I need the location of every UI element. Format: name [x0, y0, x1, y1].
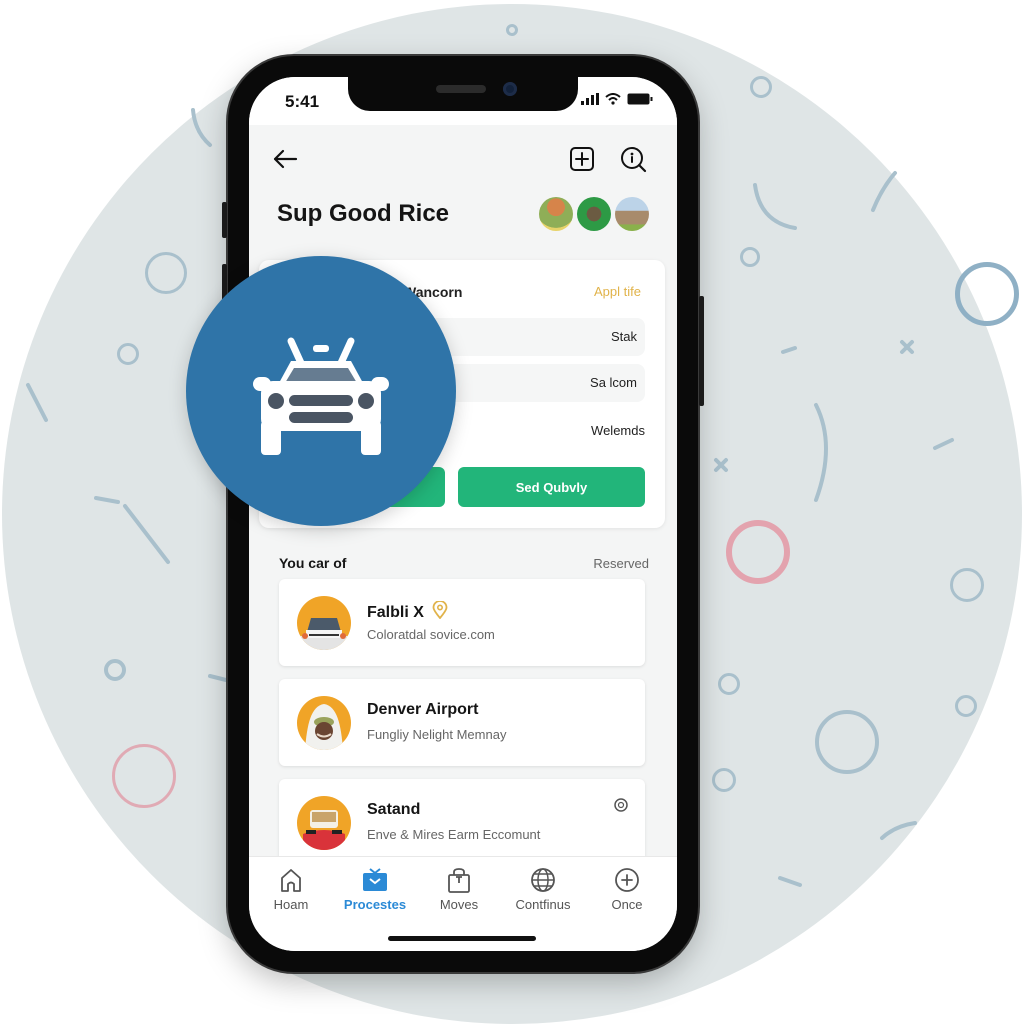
deco-dash: [26, 383, 48, 422]
item-title: Denver Airport: [367, 701, 479, 718]
list-item[interactable]: Satand Enve & Mires Earm Eccomunt: [279, 779, 645, 866]
info-circle-icon[interactable]: [613, 797, 629, 813]
speaker: [436, 85, 486, 93]
tab-processes[interactable]: Procestes: [337, 867, 413, 912]
list-item[interactable]: Falbli X Coloratdal sovice.com: [279, 579, 645, 666]
item-subtitle: Enve & Mires Earm Eccomunt: [367, 827, 541, 842]
wifi-icon: [605, 93, 621, 105]
deco-cross: [714, 458, 728, 472]
side-button: [699, 296, 704, 406]
item-title-text: Falbli X: [367, 604, 424, 621]
section-title: You car of: [279, 555, 347, 571]
item-avatar: [297, 596, 351, 650]
option-row-label: Stak: [610, 329, 637, 344]
notch: [348, 77, 578, 111]
location-pin-icon: [432, 600, 448, 620]
tab-label: Once: [611, 897, 643, 912]
tab-home[interactable]: Hoam: [253, 867, 329, 912]
signal-icon: [581, 93, 599, 105]
side-button: [222, 202, 227, 238]
item-subtitle: Fungliy Nelight Memnay: [367, 727, 507, 742]
tab-label: Hoam: [273, 897, 309, 912]
deco-arc: [814, 403, 828, 502]
list-item[interactable]: Denver Airport Fungliy Nelight Memnay: [279, 679, 645, 766]
car-front-icon: [297, 618, 351, 650]
tab-moves[interactable]: Moves: [421, 867, 497, 912]
item-title: Falbli X: [367, 600, 448, 622]
plus-square-icon: [570, 147, 594, 171]
item-subtitle: Coloratdal sovice.com: [367, 627, 495, 642]
option-row-label[interactable]: Welemds: [591, 423, 645, 438]
back-button[interactable]: [271, 145, 299, 173]
globe-icon: [531, 868, 555, 892]
tab-once[interactable]: Once: [589, 867, 665, 912]
page-title: Sup Good Rice: [277, 200, 450, 227]
status-icons: [581, 93, 653, 105]
status-bar: 5:41: [249, 77, 677, 125]
header: Sup Good Rice: [249, 125, 677, 255]
deco-dash: [781, 346, 797, 354]
tab-bar: Hoam Procestes Moves Contfinus Once: [249, 856, 677, 951]
deco-dash: [778, 876, 802, 887]
person-avatar-icon: [305, 704, 343, 750]
home-icon: [281, 869, 301, 892]
tab-continues[interactable]: Contfinus: [505, 867, 581, 912]
vehicle-avatar-icon: [303, 810, 345, 850]
taxi-badge: [186, 256, 456, 526]
deco-arc: [191, 108, 212, 147]
battery-icon: [627, 93, 653, 105]
avatar-group[interactable]: [539, 197, 649, 231]
tab-label: Contfinus: [515, 897, 571, 912]
status-time: 5:41: [285, 92, 320, 111]
add-button[interactable]: [568, 145, 596, 173]
deco-dash: [94, 496, 120, 504]
deco-dash: [208, 674, 228, 682]
tab-label: Procestes: [343, 897, 407, 912]
arrow-left-icon: [273, 149, 298, 169]
deco-cross: [900, 340, 914, 354]
deco-arc: [753, 183, 797, 230]
inbox-icon: [363, 868, 387, 891]
info-search-button[interactable]: [619, 145, 647, 173]
bag-icon: [448, 868, 470, 893]
item-avatar: [297, 696, 351, 750]
avatar[interactable]: [577, 197, 611, 231]
item-title: Satand: [367, 801, 421, 818]
deco-arc: [871, 171, 897, 212]
tab-label: Moves: [439, 897, 479, 912]
primary-button[interactable]: Sed Qubvly: [458, 467, 645, 507]
search-info-icon: [621, 147, 647, 173]
option-row-label: Sa lcom: [590, 375, 637, 390]
avatar[interactable]: [539, 197, 573, 231]
plus-circle-icon: [615, 868, 639, 892]
deco-arc: [880, 821, 917, 840]
item-avatar: [297, 796, 351, 850]
deco-dash: [933, 438, 954, 450]
deco-dash: [123, 504, 170, 564]
card-link[interactable]: Appl tife: [594, 284, 641, 299]
home-indicator[interactable]: [388, 936, 536, 941]
section-link[interactable]: Reserved: [593, 556, 649, 571]
avatar[interactable]: [615, 197, 649, 231]
camera: [503, 82, 517, 96]
taxi-car-icon: [253, 337, 389, 455]
